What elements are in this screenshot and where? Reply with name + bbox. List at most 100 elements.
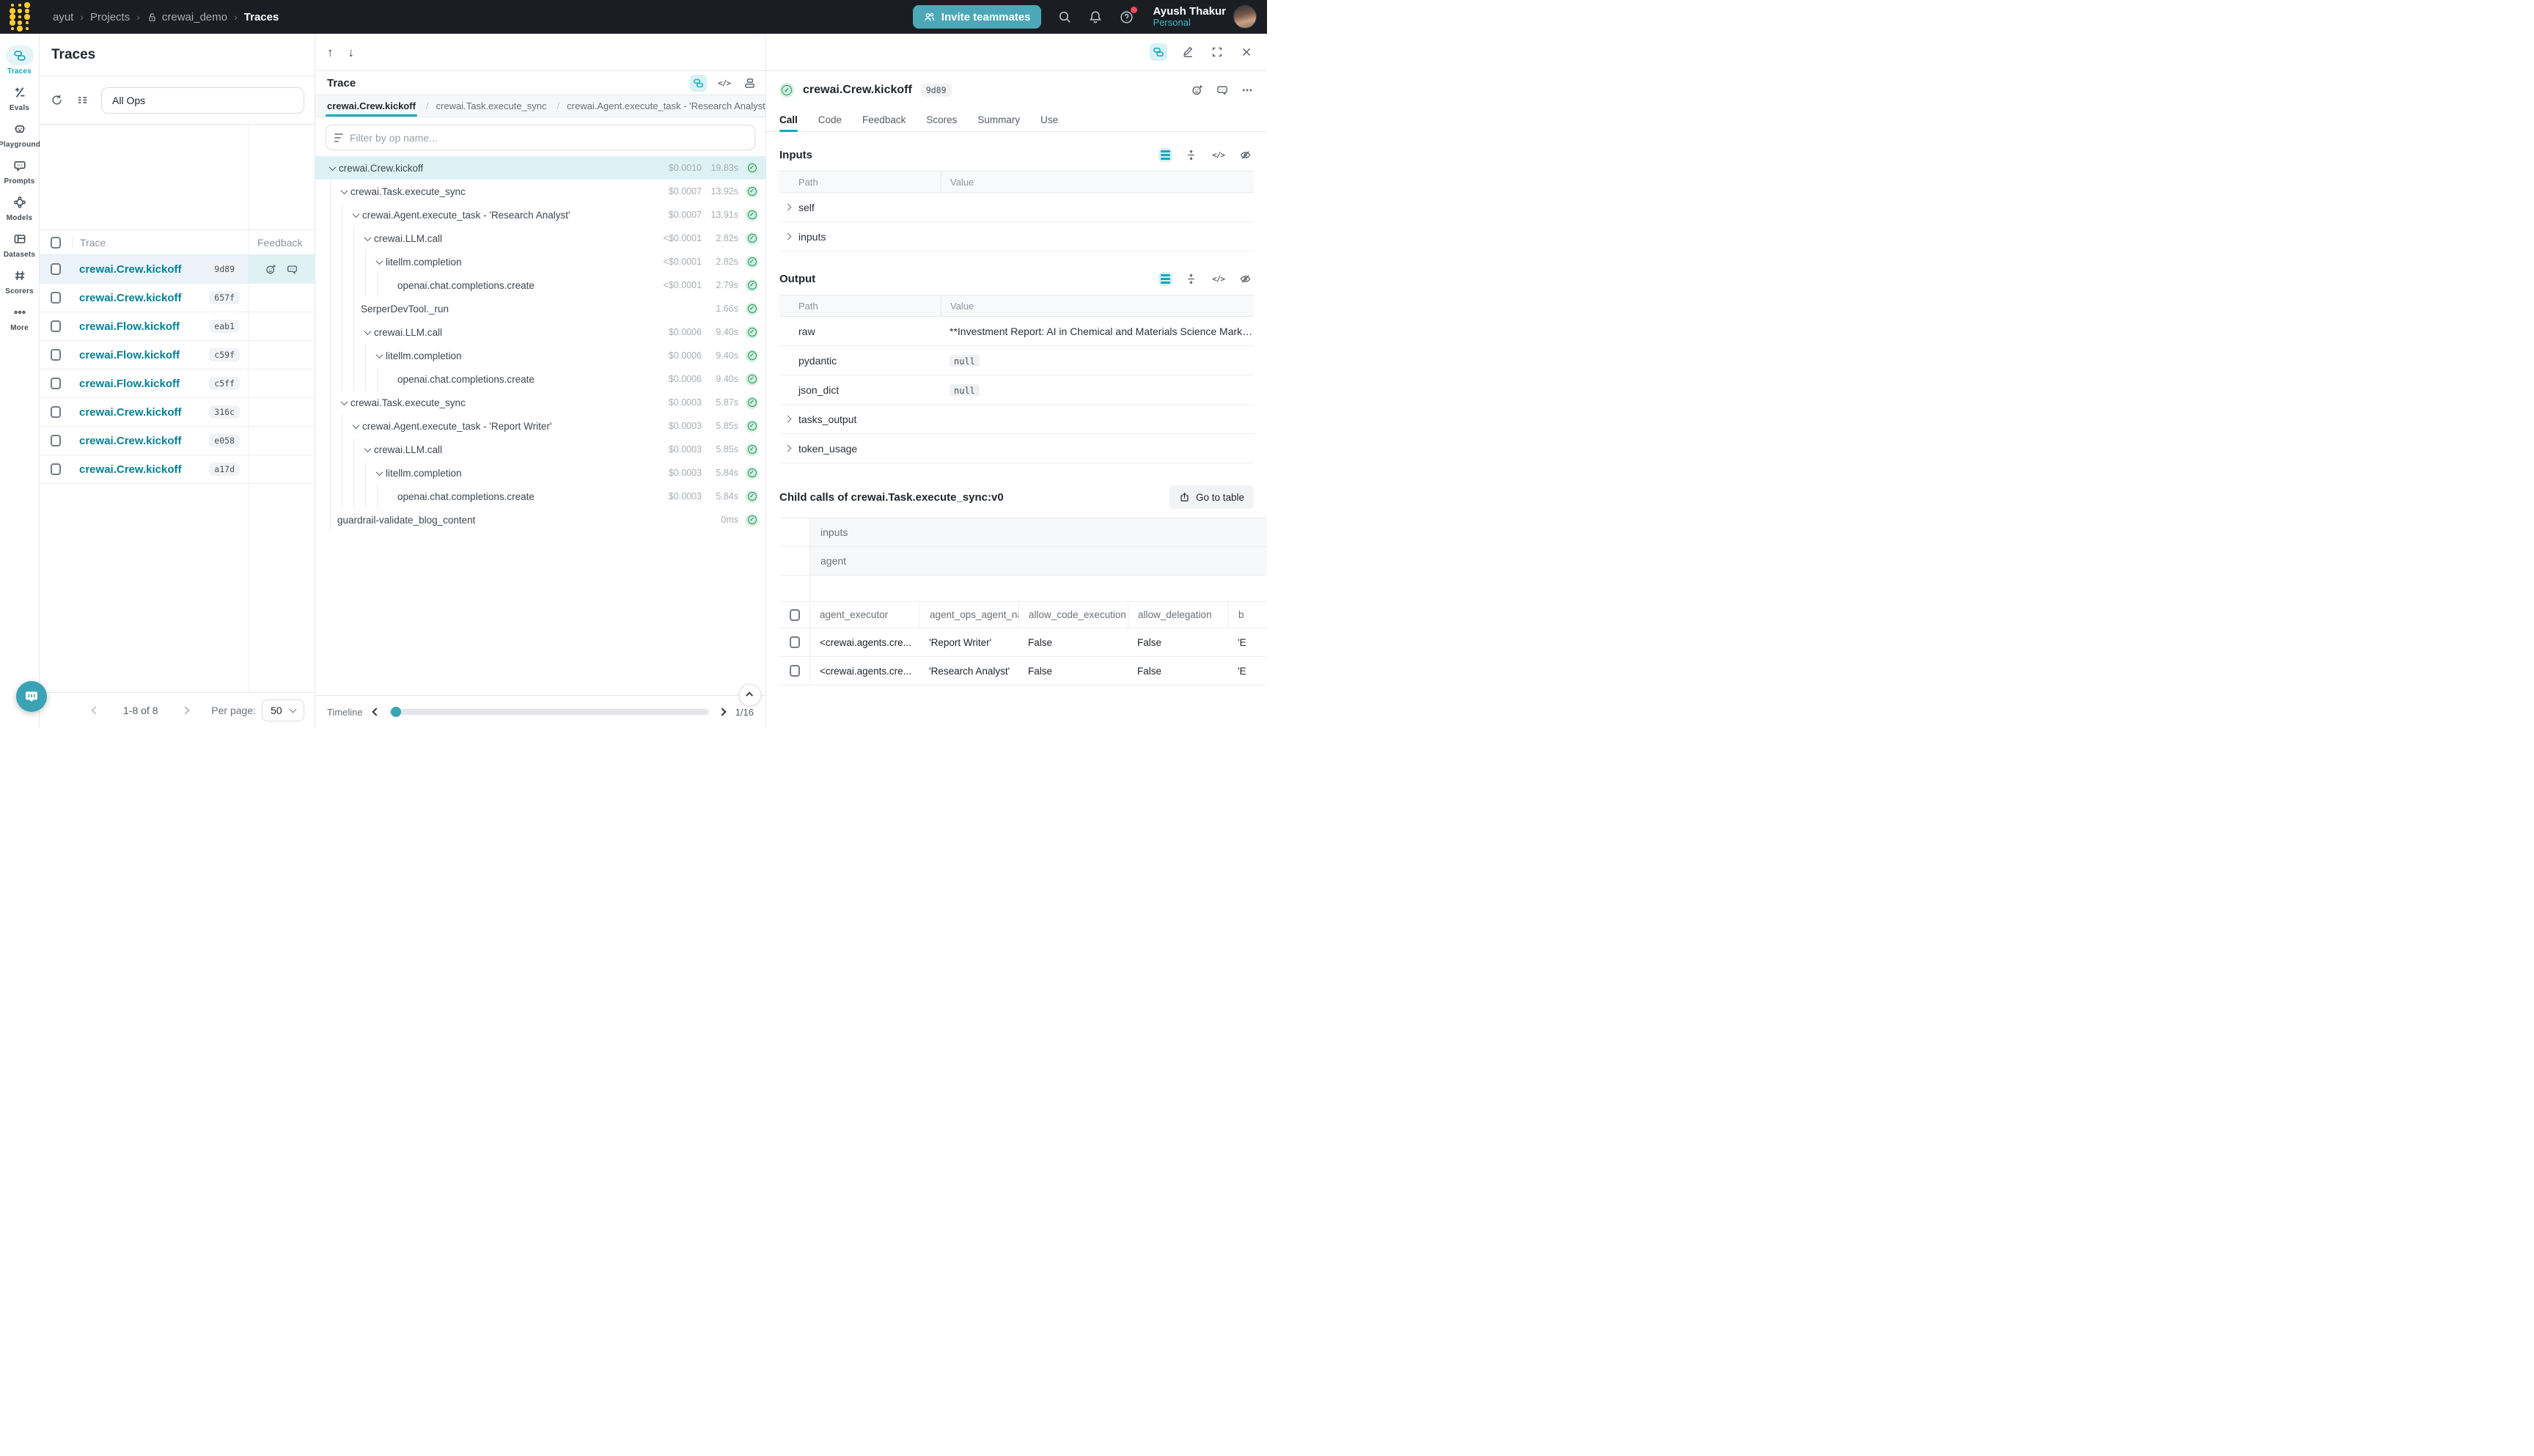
sidebar-item-evals[interactable]: Evals [0, 82, 40, 112]
tree-row[interactable]: crewai.Crew.kickoff$0.001019.83s✓ [315, 156, 765, 180]
output-row-pydantic[interactable]: pydanticnull [779, 346, 1254, 375]
prev-page-icon[interactable] [91, 706, 99, 714]
tab-code[interactable]: Code [818, 109, 842, 131]
tree-row[interactable]: crewai.Agent.execute_task - 'Report Writ… [315, 414, 765, 438]
prev-call-arrow-icon[interactable]: ↑ [327, 46, 334, 59]
output-row-token-usage[interactable]: token_usage [779, 434, 1254, 463]
chevron-down-icon[interactable] [364, 234, 371, 241]
tree-row[interactable]: crewai.Agent.execute_task - 'Research An… [315, 203, 765, 227]
comment-icon[interactable] [1216, 84, 1229, 97]
tree-row[interactable]: litellm.completion$0.00069.40s✓ [315, 344, 765, 367]
input-row-self[interactable]: self [779, 193, 1254, 222]
trace-column-header[interactable]: Trace [73, 237, 249, 249]
list-view-icon[interactable] [1158, 272, 1172, 286]
table-row[interactable]: crewai.Flow.kickoffc5ff [40, 369, 315, 398]
tree-row[interactable]: SerperDevTool._run1.66s✓ [315, 297, 765, 320]
chevron-down-icon[interactable] [375, 468, 383, 476]
hide-values-icon[interactable] [1237, 271, 1254, 287]
comment-icon[interactable] [286, 263, 298, 276]
row-checkbox[interactable] [51, 349, 61, 361]
chevron-down-icon[interactable] [364, 445, 371, 452]
tree-row[interactable]: litellm.completion<$0.00012.82s✓ [315, 250, 765, 273]
hide-values-icon[interactable] [1237, 147, 1254, 163]
flame-graph-icon[interactable] [741, 75, 758, 92]
tree-row[interactable]: litellm.completion$0.00035.84s✓ [315, 461, 765, 485]
chat-launcher-button[interactable] [16, 681, 47, 712]
output-row-json-dict[interactable]: json_dictnull [779, 375, 1254, 405]
sidebar-item-prompts[interactable]: Prompts [0, 155, 40, 185]
code-view-icon[interactable]: </> [1210, 148, 1227, 162]
notifications-bell-icon[interactable] [1088, 10, 1103, 24]
user-menu[interactable]: Ayush Thakur Personal [1153, 5, 1257, 29]
table-row[interactable]: crewai.Crew.kickoffa17d [40, 455, 315, 484]
sidebar-item-datasets[interactable]: Datasets [0, 229, 40, 259]
column-header[interactable]: allow_delegation [1128, 602, 1228, 628]
column-header[interactable]: agent_executor [810, 602, 919, 628]
tab-call[interactable]: Call [779, 109, 798, 131]
input-row-inputs[interactable]: inputs [779, 222, 1254, 251]
breadcrumb-entity[interactable]: ayut [53, 11, 73, 23]
avatar[interactable] [1233, 5, 1257, 29]
select-all-checkbox[interactable] [51, 237, 61, 249]
row-checkbox[interactable] [51, 463, 61, 475]
row-checkbox[interactable] [790, 665, 800, 677]
expand-rows-icon[interactable] [1183, 147, 1200, 163]
chevron-down-icon[interactable] [352, 210, 359, 218]
edit-pen-icon[interactable] [1179, 43, 1197, 61]
go-to-table-button[interactable]: Go to table [1169, 485, 1254, 509]
row-checkbox[interactable] [790, 636, 800, 648]
sidebar-item-playground[interactable]: Playground [0, 119, 40, 149]
chevron-down-icon[interactable] [328, 163, 336, 171]
breadcrumb-project[interactable]: crewai_demo [147, 11, 227, 23]
timeline-slider-thumb[interactable] [391, 707, 401, 717]
op-filter-input[interactable] [350, 132, 746, 144]
next-call-arrow-icon[interactable]: ↓ [348, 46, 355, 59]
table-row[interactable]: <crewai.agents.cre... 'Research Analyst'… [779, 657, 1267, 685]
invite-teammates-button[interactable]: Invite teammates [913, 5, 1041, 29]
wandb-logo[interactable] [0, 3, 40, 32]
output-row-tasks-output[interactable]: tasks_output [779, 405, 1254, 434]
timeline-next-icon[interactable] [718, 707, 726, 716]
column-header[interactable]: allow_code_execution [1018, 602, 1128, 628]
refresh-icon[interactable] [50, 93, 64, 107]
fullscreen-icon[interactable] [1208, 43, 1226, 61]
raw-output-value[interactable]: **Investment Report: AI in Chemical and … [941, 326, 1254, 337]
row-checkbox[interactable] [51, 435, 61, 446]
collapse-timeline-button[interactable] [739, 684, 761, 706]
tab-crew-kickoff[interactable]: crewai.Crew.kickoff [326, 95, 417, 117]
chevron-down-icon[interactable] [375, 257, 383, 265]
table-row[interactable]: <crewai.agents.cre... 'Report Writer' Fa… [779, 628, 1267, 657]
detail-content[interactable]: Inputs </> Path Value self inputs [766, 132, 1267, 728]
table-row[interactable]: crewai.Flow.kickoffc59f [40, 341, 315, 369]
sidebar-item-more[interactable]: More [0, 302, 40, 332]
chevron-right-icon[interactable] [785, 445, 792, 452]
table-row[interactable]: crewai.Crew.kickoff657f [40, 284, 315, 312]
tab-scores[interactable]: Scores [926, 109, 957, 131]
row-checkbox[interactable] [51, 320, 61, 332]
row-checkbox[interactable] [51, 292, 61, 304]
tree-row[interactable]: crewai.LLM.call$0.00069.40s✓ [315, 320, 765, 344]
search-icon[interactable] [1057, 10, 1072, 24]
output-row-raw[interactable]: raw**Investment Report: AI in Chemical a… [779, 317, 1254, 346]
tab-task-execute-sync[interactable]: crewai.Task.execute_sync [417, 95, 548, 117]
add-reaction-icon[interactable] [1191, 84, 1204, 97]
sidebar-item-models[interactable]: Models [0, 192, 40, 222]
manage-columns-icon[interactable] [76, 93, 89, 107]
row-checkbox[interactable] [51, 378, 61, 389]
chevron-right-icon[interactable] [785, 233, 792, 240]
per-page-select[interactable]: 50 [262, 699, 304, 721]
timeline-prev-icon[interactable] [372, 707, 380, 716]
tree-row[interactable]: crewai.Task.execute_sync$0.000713.92s✓ [315, 180, 765, 203]
chevron-right-icon[interactable] [785, 204, 792, 211]
table-row[interactable]: crewai.Flow.kickoffeab1 [40, 312, 315, 341]
tree-row[interactable]: crewai.Task.execute_sync$0.00035.87s✓ [315, 391, 765, 414]
tree-view-icon[interactable] [1150, 43, 1167, 61]
tree-row[interactable]: crewai.LLM.call$0.00035.85s✓ [315, 438, 765, 461]
code-view-icon[interactable]: </> [716, 76, 732, 90]
help-icon[interactable] [1119, 10, 1134, 25]
tree-row[interactable]: openai.chat.completions.create$0.00069.4… [315, 367, 765, 391]
sidebar-item-traces[interactable]: Traces [0, 45, 40, 76]
close-icon[interactable] [1238, 43, 1255, 61]
select-all-checkbox[interactable] [790, 609, 800, 621]
column-header[interactable]: b [1228, 602, 1267, 628]
